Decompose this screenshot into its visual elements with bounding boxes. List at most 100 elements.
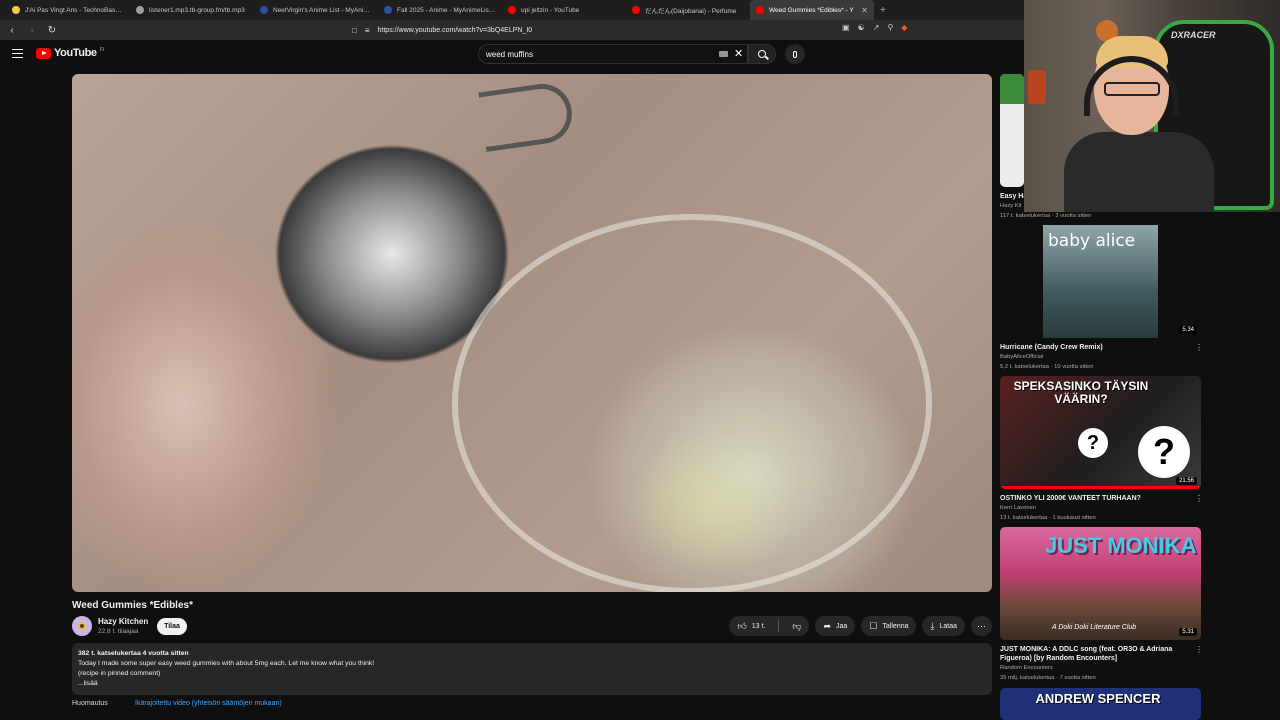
question-mark-icon: ? xyxy=(1078,428,1108,458)
tab-title: だんだん(Daijobanai) - Perfume xyxy=(645,8,737,15)
webcam-decoration xyxy=(1028,70,1046,104)
hamburger-menu-icon[interactable] xyxy=(12,49,23,58)
like-button[interactable]: 👍︎ 13 t. xyxy=(729,616,773,636)
recommendation-views: 117 t. katselukertaa · 3 vuotta sitten xyxy=(1000,213,1092,219)
search-query: weed muffins xyxy=(486,49,533,59)
duration-badge: 5.31 xyxy=(1179,628,1197,636)
recommendation-views: 13 t. katselukertaa · 1 kuukausi sitten xyxy=(1000,515,1096,521)
browser-tab-bar: J'Ai Pas Vingt Ans - TechnoBase.FM listen… xyxy=(0,0,1024,20)
show-more-link[interactable]: ...lisää xyxy=(78,679,986,689)
tab-favicon-icon xyxy=(508,6,516,14)
like-dislike-group: 👍︎ 13 t. 👎︎ xyxy=(729,616,810,636)
streamer xyxy=(1064,36,1214,212)
more-horizontal-icon: ⋯ xyxy=(977,620,986,631)
back-arrow-icon[interactable]: ‹ xyxy=(4,22,20,38)
tab-favicon-icon xyxy=(136,6,144,14)
watch-progress-bar xyxy=(1000,486,1201,489)
browser-tab[interactable]: listener1.mp3.tb-group.fm/tb.mp3 xyxy=(130,0,254,20)
recommendation-channel[interactable]: BabyAliceOfficial xyxy=(1000,354,1043,360)
subscribe-button[interactable]: Tilaa xyxy=(157,618,187,635)
browser-toolbar-actions: ▣ ☯ ↗ ⚲ ◆ xyxy=(842,23,907,32)
url-text: https://www.youtube.com/watch?v=3bQ4ELPN… xyxy=(377,26,533,34)
tab-title: NeetVirgin's Anime List - MyAnimeList xyxy=(273,6,372,14)
search-button[interactable] xyxy=(748,44,776,64)
recommendation-title[interactable]: JUST MONIKA: A DDLC song (feat. OR3O & A… xyxy=(1000,645,1190,663)
description-box[interactable]: 382 t. katselukertaa 4 vuotta sitten Tod… xyxy=(72,643,992,695)
subscriber-count: 22,8 t. tilaajaa xyxy=(98,628,139,635)
glasses xyxy=(1104,82,1160,96)
recommendation-channel[interactable]: Hazy Kit xyxy=(1000,203,1022,209)
address-bar[interactable]: □ ≡ https://www.youtube.com/watch?v=3bQ4… xyxy=(352,23,912,37)
duration-badge: 21.56 xyxy=(1175,477,1197,485)
thumbnail-text: JUST MONIKA xyxy=(1045,533,1197,558)
recommendation-thumbnail[interactable]: SPEKSASINKO TÄYSIN VÄÄRIN? ? ? 21.56 xyxy=(1000,376,1201,489)
site-settings-icon[interactable]: ≡ xyxy=(365,26,370,35)
country-code: FI xyxy=(99,47,105,53)
more-actions-button[interactable]: ⋯ xyxy=(971,616,992,636)
browser-tab[interactable]: J'Ai Pas Vingt Ans - TechnoBase.FM xyxy=(6,0,130,20)
question-mark-icon: ? xyxy=(1138,426,1190,478)
clear-search-icon[interactable]: ✕ xyxy=(734,47,743,60)
brave-shield-icon[interactable]: ◆ xyxy=(901,23,907,32)
voice-search-button[interactable] xyxy=(785,44,805,64)
more-options-icon[interactable]: ⋮ xyxy=(1195,645,1203,654)
tab-title: listener1.mp3.tb-group.fm/tb.mp3 xyxy=(149,6,245,14)
thumbnail-text: ANDREW SPENCER xyxy=(1035,691,1161,706)
video-player[interactable] xyxy=(72,74,992,592)
tab-favicon-icon xyxy=(756,6,764,14)
install-app-icon[interactable]: ▣ xyxy=(842,23,850,32)
youtube-logo[interactable]: YouTube FI xyxy=(36,47,104,59)
youtube-header: YouTube FI weed muffins ✕ xyxy=(0,40,1024,68)
tab-title: Fall 2025 - Anime - MyAnimeList.net xyxy=(397,6,496,14)
reload-icon[interactable]: ↻ xyxy=(44,22,60,38)
streamer-shirt xyxy=(1064,132,1214,212)
search-input[interactable]: weed muffins ✕ xyxy=(478,44,748,64)
more-options-icon[interactable]: ⋮ xyxy=(1195,494,1203,503)
recommendation-thumbnail[interactable] xyxy=(1000,74,1024,187)
channel-avatar[interactable] xyxy=(72,616,92,636)
zoom-icon[interactable]: ⚲ xyxy=(887,23,893,32)
bee-logo-icon xyxy=(78,622,86,630)
new-tab-icon[interactable]: + xyxy=(880,5,886,16)
download-button[interactable]: ⤓ Lataa xyxy=(922,616,965,636)
dislike-button[interactable]: 👎︎ xyxy=(784,616,809,636)
tab-title: Weed Gummies *Edibles* - Y xyxy=(769,6,854,14)
recommendation-title[interactable]: Hurricane (Candy Crew Remix) xyxy=(1000,343,1190,352)
share-page-icon[interactable]: ↗ xyxy=(873,23,880,32)
share-button[interactable]: ➦ Jaa xyxy=(815,616,856,636)
description-line: (recipe in pinned comment) xyxy=(78,670,161,677)
channel-name[interactable]: Hazy Kitchen xyxy=(98,617,148,626)
recommendation-thumbnail[interactable]: JUST MONIKA A Doki Doki Literature Club … xyxy=(1000,527,1201,640)
browser-tab[interactable]: NeetVirgin's Anime List - MyAnimeList xyxy=(254,0,378,20)
browser-tab[interactable]: Fall 2025 - Anime - MyAnimeList.net xyxy=(378,0,502,20)
recommendation-channel[interactable]: Random Encounters xyxy=(1000,665,1053,671)
share-icon: ➦ xyxy=(823,620,832,631)
recommendation-views: 35 milj. katselukertaa · 7 vuotta sitten xyxy=(1000,675,1096,681)
save-label: Tallenna xyxy=(882,622,909,630)
recommendation-title[interactable]: OSTINKO YLI 2000€ VANTEET TURHAAN? xyxy=(1000,494,1190,503)
translate-icon[interactable]: ☯ xyxy=(858,23,865,32)
browser-tab[interactable]: upi jeltzin - YouTube xyxy=(502,0,626,20)
bookmark-icon[interactable]: □ xyxy=(352,26,357,35)
divider xyxy=(778,620,780,632)
duration-badge: 5.34 xyxy=(1179,326,1197,334)
age-restricted-link[interactable]: Ikärajoitettu video (yhteisön sääntöjen … xyxy=(135,700,282,707)
download-icon: ⤓ xyxy=(930,620,935,631)
recommendation-thumbnail[interactable]: ANDREW SPENCER xyxy=(1000,688,1201,720)
thumbs-down-icon: 👎︎ xyxy=(792,620,802,631)
forward-arrow-icon[interactable]: › xyxy=(24,22,40,38)
browser-tab[interactable]: Weed Gummies *Edibles* - Y ✕ xyxy=(750,0,874,20)
browser-toolbar: ‹ › ↻ □ ≡ https://www.youtube.com/watch?… xyxy=(0,20,1024,40)
close-tab-icon[interactable]: ✕ xyxy=(861,6,868,15)
recommendation-channel[interactable]: Kerri Lavonen xyxy=(1000,505,1036,511)
search-icon xyxy=(757,49,766,58)
youtube-logo-text: YouTube xyxy=(54,47,97,59)
more-options-icon[interactable]: ⋮ xyxy=(1195,343,1203,352)
keyboard-icon[interactable] xyxy=(719,51,728,57)
recommendation-thumbnail[interactable]: baby alice 5.34 xyxy=(1000,225,1201,338)
save-button[interactable]: ☐ Tallenna xyxy=(861,616,917,636)
webcam-overlay: DXRACER xyxy=(1024,0,1280,212)
tab-title: upi jeltzin - YouTube xyxy=(521,6,580,14)
browser-tab[interactable]: だんだん(Daijobanai) - Perfume xyxy=(626,0,750,20)
tab-title: J'Ai Pas Vingt Ans - TechnoBase.FM xyxy=(25,6,124,14)
